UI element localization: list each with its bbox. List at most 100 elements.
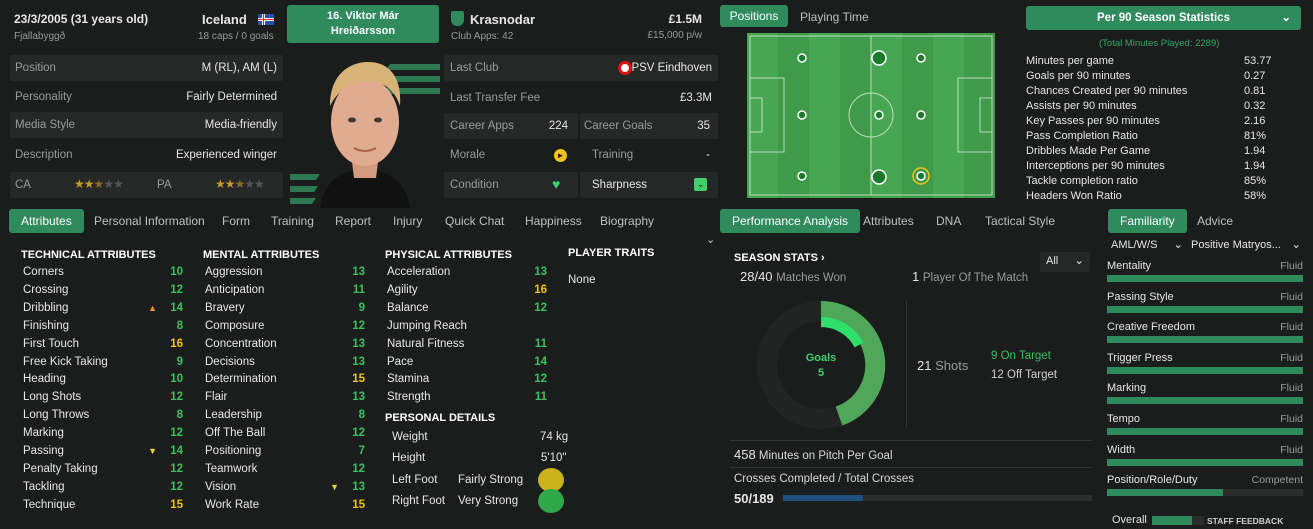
familiarity-row[interactable]: Tempo Fluid bbox=[1107, 413, 1303, 437]
familiarity-row[interactable]: Mentality Fluid bbox=[1107, 260, 1303, 284]
attribute-row[interactable]: Aggression 13 bbox=[205, 263, 365, 281]
familiarity-label: Width bbox=[1107, 443, 1136, 456]
attribute-row[interactable]: Pace 14 bbox=[387, 353, 547, 371]
tab-training[interactable]: Training bbox=[271, 209, 314, 233]
chevron-down-icon[interactable]: ⌄ bbox=[706, 233, 715, 246]
attribute-name: Heading bbox=[23, 373, 66, 386]
attribute-value: 13 bbox=[352, 391, 365, 404]
attribute-row[interactable]: Decisions 13 bbox=[205, 353, 365, 371]
attribute-row[interactable]: Long Shots 12 bbox=[23, 388, 183, 406]
career-goals-value: 35 bbox=[697, 120, 710, 132]
attribute-row[interactable]: Long Throws 8 bbox=[23, 406, 183, 424]
staff-feedback-link[interactable]: STAFF FEEDBACK bbox=[1207, 516, 1283, 526]
attribute-row[interactable]: Agility 16 bbox=[387, 281, 547, 299]
tab-quick-chat[interactable]: Quick Chat bbox=[445, 209, 504, 233]
morale-row[interactable]: Morale ► bbox=[444, 142, 578, 168]
attribute-row[interactable]: Technique 15 bbox=[23, 496, 183, 514]
attribute-row[interactable]: Strength 11 bbox=[387, 388, 547, 406]
tab-biography[interactable]: Biography bbox=[600, 209, 654, 233]
attribute-value: 12 bbox=[170, 462, 183, 475]
attribute-row[interactable]: Passing 14 ▼ bbox=[23, 442, 183, 460]
attribute-value: 12 bbox=[352, 427, 365, 440]
tab-tactical-style[interactable]: Tactical Style bbox=[985, 209, 1055, 233]
attribute-row[interactable]: Crossing 12 bbox=[23, 281, 183, 299]
per90-row: Minutes per game 53.77 bbox=[1026, 54, 1272, 69]
attribute-name: Acceleration bbox=[387, 266, 451, 278]
last-club-row[interactable]: Last Club PSV Eindhoven bbox=[444, 55, 718, 81]
off-target-value: 12 bbox=[991, 369, 1004, 381]
familiarity-row[interactable]: Trigger Press Fluid bbox=[1107, 352, 1303, 376]
player-name-button[interactable]: 16. Viktor Már Hreiðarsson bbox=[287, 5, 439, 43]
familiarity-row[interactable]: Marking Fluid bbox=[1107, 382, 1303, 406]
familiarity-row[interactable]: Position/Role/Duty Competent bbox=[1107, 474, 1303, 498]
tab-positions[interactable]: Positions bbox=[720, 5, 788, 27]
attribute-row[interactable]: Work Rate 15 bbox=[205, 496, 365, 514]
condition-row[interactable]: Condition ♥ bbox=[444, 172, 578, 198]
attribute-row[interactable]: Teamwork 12 bbox=[205, 460, 365, 478]
positions-pitch[interactable] bbox=[747, 33, 995, 198]
morale-label: Morale bbox=[450, 149, 486, 161]
attribute-row[interactable]: Corners 10 bbox=[23, 263, 183, 281]
tab-perf-attributes[interactable]: Attributes bbox=[863, 209, 914, 233]
attribute-row[interactable]: Concentration 13 bbox=[205, 335, 365, 353]
divider bbox=[906, 300, 907, 428]
attribute-row[interactable]: Tackling 12 bbox=[23, 478, 183, 496]
potm-label: Player Of The Match bbox=[922, 272, 1029, 284]
season-stats-title[interactable]: SEASON STATS › bbox=[734, 252, 825, 264]
familiarity-row[interactable]: Width Fluid bbox=[1107, 444, 1303, 468]
info-row-description: Description Experienced winger bbox=[10, 142, 283, 168]
attribute-row[interactable]: Vision 13 ▼ bbox=[205, 478, 365, 496]
attribute-row[interactable]: First Touch 16 bbox=[23, 335, 183, 353]
on-target-label: On Target bbox=[1000, 350, 1051, 362]
per90-value: 81% bbox=[1244, 130, 1267, 142]
attribute-row[interactable]: Anticipation 11 bbox=[205, 281, 365, 299]
attribute-row[interactable]: Heading 10 bbox=[23, 370, 183, 388]
tab-form[interactable]: Form bbox=[222, 209, 250, 233]
familiarity-label: Marking bbox=[1107, 382, 1147, 395]
attribute-row[interactable]: Acceleration 13 bbox=[387, 263, 547, 281]
attribute-value: 11 bbox=[534, 391, 547, 404]
familiarity-row[interactable]: Passing Style Fluid bbox=[1107, 291, 1303, 315]
attribute-row[interactable]: Dribbling 14 ▲ bbox=[23, 299, 183, 317]
training-row[interactable]: Training - bbox=[580, 142, 718, 168]
tab-playing-time[interactable]: Playing Time bbox=[800, 10, 869, 24]
tab-happiness[interactable]: Happiness bbox=[525, 209, 582, 233]
familiarity-row[interactable]: Creative Freedom Fluid bbox=[1107, 321, 1303, 345]
tab-personal-information[interactable]: Personal Information bbox=[94, 209, 205, 233]
attribute-row[interactable]: Composure 12 bbox=[205, 317, 365, 335]
attribute-row[interactable]: Stamina 12 bbox=[387, 370, 547, 388]
attribute-row[interactable]: Natural Fitness 11 bbox=[387, 335, 547, 353]
attribute-row[interactable]: Jumping Reach bbox=[387, 317, 547, 335]
mins-per-goal-value: 458 bbox=[734, 447, 756, 462]
attribute-row[interactable]: Flair 13 bbox=[205, 388, 365, 406]
tab-dna[interactable]: DNA bbox=[936, 209, 961, 233]
attribute-row[interactable]: Balance 12 bbox=[387, 299, 547, 317]
attribute-row[interactable]: Free Kick Taking 9 bbox=[23, 353, 183, 371]
attribute-row[interactable]: Finishing 8 bbox=[23, 317, 183, 335]
attribute-row[interactable]: Penalty Taking 12 bbox=[23, 460, 183, 478]
club-name[interactable]: Krasnodar bbox=[470, 12, 535, 27]
familiarity-label: Trigger Press bbox=[1107, 351, 1173, 364]
separator-line bbox=[730, 467, 1092, 468]
attribute-row[interactable]: Positioning 7 bbox=[205, 442, 365, 460]
attribute-row[interactable]: Leadership 8 bbox=[205, 406, 365, 424]
nation-name[interactable]: Iceland bbox=[202, 12, 247, 27]
attribute-row[interactable]: Marking 12 bbox=[23, 424, 183, 442]
familiarity-bar bbox=[1107, 366, 1303, 374]
per90-selector[interactable]: Per 90 Season Statistics ⌄ bbox=[1026, 6, 1301, 30]
sharpness-row[interactable]: Sharpness ⌄ bbox=[580, 172, 718, 198]
season-filter[interactable]: All ⌄ bbox=[1040, 252, 1090, 272]
left-foot-value: Fairly Strong bbox=[458, 474, 524, 486]
role-selector[interactable]: AML/W/S ⌄ bbox=[1107, 236, 1183, 256]
tab-report[interactable]: Report bbox=[335, 209, 371, 233]
duty-selector[interactable]: Positive Matryos... ⌄ bbox=[1187, 236, 1303, 256]
attribute-row[interactable]: Off The Ball 12 bbox=[205, 424, 365, 442]
tab-performance-analysis[interactable]: Performance Analysis bbox=[720, 209, 861, 233]
tab-familiarity[interactable]: Familiarity bbox=[1108, 209, 1187, 233]
tab-advice[interactable]: Advice bbox=[1197, 209, 1233, 233]
tab-injury[interactable]: Injury bbox=[393, 209, 422, 233]
attribute-row[interactable]: Bravery 9 bbox=[205, 299, 365, 317]
tab-attributes[interactable]: Attributes bbox=[9, 209, 84, 233]
per90-label: Assists per 90 minutes bbox=[1026, 100, 1137, 112]
attribute-row[interactable]: Determination 15 bbox=[205, 370, 365, 388]
